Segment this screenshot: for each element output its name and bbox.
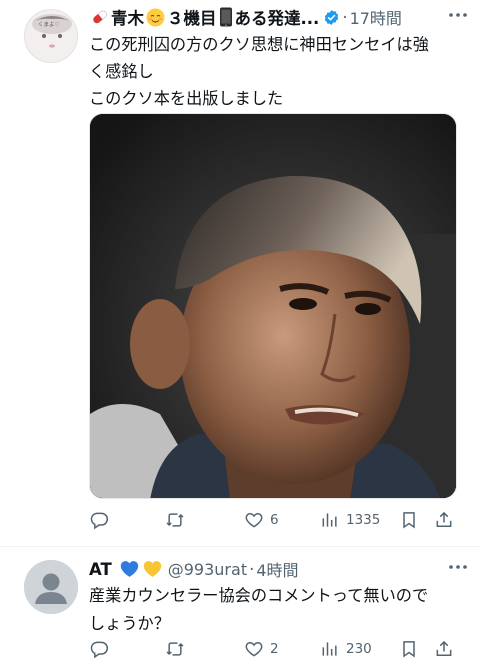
share-icon	[436, 640, 452, 656]
tweet-text-line: このクソ本を出版しました	[89, 89, 284, 108]
share-button[interactable]	[434, 508, 454, 532]
tweet-actions: 2 230	[89, 637, 461, 661]
like-button[interactable]: 2	[244, 637, 279, 661]
blue-heart-emoji-icon	[120, 561, 138, 577]
tweet-header: AT @993urat · 4時間	[89, 557, 299, 581]
like-count: 6	[270, 512, 279, 528]
avatar-art-icon: くまよ♡	[25, 10, 77, 62]
separator-dot: ·	[342, 7, 348, 27]
timestamp[interactable]: 17時間	[350, 5, 402, 29]
more-options-icon[interactable]	[448, 564, 468, 570]
retweet-icon	[166, 513, 184, 527]
bookmark-button[interactable]	[399, 508, 419, 532]
view-count: 1335	[346, 512, 381, 528]
retweet-button[interactable]	[165, 508, 191, 532]
retweet-button[interactable]	[165, 637, 191, 661]
share-button[interactable]	[434, 637, 454, 661]
reply-icon	[90, 512, 109, 530]
display-name[interactable]: AT	[89, 560, 112, 579]
svg-text:くまよ♡: くまよ♡	[38, 21, 60, 28]
default-profile-icon	[24, 560, 78, 614]
display-name[interactable]: 青木	[111, 5, 144, 29]
views-button[interactable]: 1335	[320, 508, 380, 532]
view-count: 230	[346, 641, 372, 657]
views-icon	[322, 642, 337, 656]
views-icon	[322, 513, 337, 527]
avatar-default[interactable]	[24, 560, 78, 614]
yellow-heart-emoji-icon	[143, 561, 161, 577]
tweet-2[interactable]: AT @993urat · 4時間 産業カウンセラー協会のコメントって無いので …	[0, 547, 480, 671]
separator-dot: ·	[249, 559, 255, 579]
views-button[interactable]: 230	[320, 637, 372, 661]
heart-icon	[245, 641, 263, 657]
bookmark-icon	[403, 641, 415, 658]
blushing-face-emoji-icon	[146, 8, 165, 26]
display-name-extra[interactable]: ３機目	[167, 5, 217, 29]
tweet-photo[interactable]	[89, 113, 457, 499]
like-button[interactable]: 6	[244, 508, 279, 532]
reply-button[interactable]	[89, 508, 115, 532]
reply-button[interactable]	[89, 637, 115, 661]
tweet-1[interactable]: くまよ♡ 青木 ３機目 ある発達... · 17時間 この死刑囚の方のクソ思想に…	[0, 0, 480, 546]
tweet-text: この死刑囚の方のクソ思想に神田センセイは強 く感銘し このクソ本を出版しました	[89, 31, 465, 112]
heart-icon	[245, 512, 263, 528]
tweet-text-line: 産業カウンセラー協会のコメントって無いので	[89, 586, 429, 605]
tweet-text: 産業カウンセラー協会のコメントって無いので しょうか？	[89, 582, 461, 638]
handle[interactable]: @993urat	[168, 560, 247, 579]
portrait-photo-icon	[90, 114, 456, 498]
pill-emoji-icon	[93, 10, 107, 24]
more-options-icon[interactable]	[448, 12, 468, 18]
bookmark-icon	[403, 512, 415, 529]
tweet-text-line: く感銘し	[89, 62, 154, 81]
like-count: 2	[270, 641, 279, 657]
tweet-actions: 6 1335	[89, 508, 461, 532]
mobile-phone-emoji-icon	[219, 7, 232, 27]
tweet-text-line: この死刑囚の方のクソ思想に神田センセイは強	[89, 35, 429, 54]
avatar[interactable]: くまよ♡	[24, 9, 78, 63]
bookmark-button[interactable]	[399, 637, 419, 661]
share-icon	[436, 511, 452, 527]
retweet-icon	[166, 642, 184, 656]
verified-badge-icon	[325, 9, 339, 25]
reply-icon	[90, 641, 109, 659]
display-name-tail[interactable]: ある発達...	[235, 5, 320, 29]
timestamp[interactable]: 4時間	[256, 557, 298, 581]
tweet-header: 青木 ３機目 ある発達... · 17時間	[89, 5, 402, 29]
tweet-text-line: しょうか？	[89, 614, 170, 633]
